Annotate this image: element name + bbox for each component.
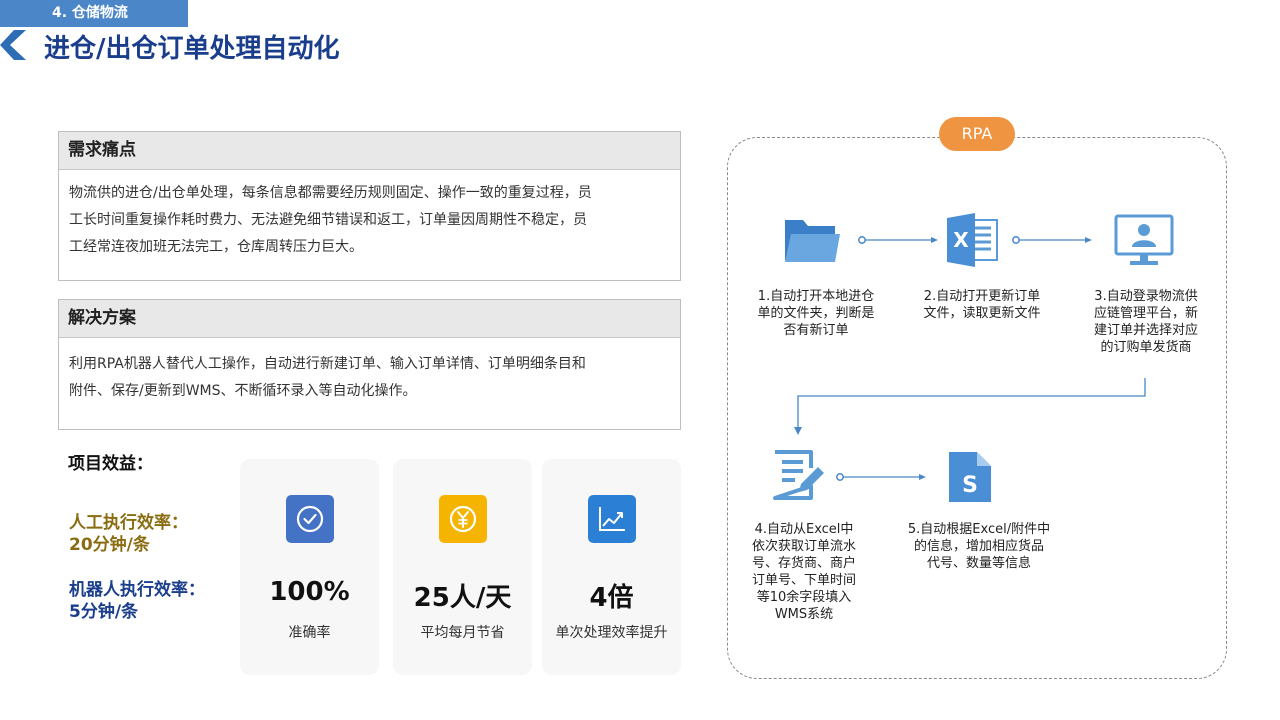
yen-coin-icon [439, 495, 487, 543]
trend-chart-icon [588, 495, 636, 543]
flow-step-3-text: 3.自动登录物流供 应链管理平台，新 建订单并选择对应 的订购单发货商 [1078, 288, 1214, 356]
human-efficiency-label: 人工执行效率： [69, 513, 188, 533]
human-efficiency-value: 20分钟/条 [69, 535, 150, 555]
svg-text:X: X [953, 228, 969, 252]
flow-step-line: 应链管理平台，新 [1093, 306, 1198, 321]
flow-arrow [836, 473, 926, 481]
accuracy-card: 100% 准确率 [240, 459, 379, 675]
flow-step-line: 号、存货商、商户 [751, 556, 856, 571]
flow-arrow [1012, 236, 1092, 244]
check-circle-icon [286, 495, 334, 543]
accuracy-value: 100% [269, 577, 350, 607]
flow-step-line: 1.自动打开本地进仓 [757, 289, 875, 304]
robot-efficiency: 机器人执行效率： 5分钟/条 [69, 579, 205, 623]
document-edit-icon [773, 450, 824, 500]
flow-step-line: 2.自动打开更新订单 [923, 289, 1041, 304]
flow-step-line: 的订购单发货商 [1100, 340, 1192, 355]
pain-points-line: 工经常连夜加班无法完工，仓库周转压力巨大。 [69, 239, 363, 255]
flow-arrow [858, 236, 938, 244]
flow-step-5-text: 5.自动根据Excel/附件中 的信息，增加相应货品 代号、数量等信息 [890, 521, 1068, 572]
efficiency-card: 4倍 单次处理效率提升 [542, 459, 681, 675]
flow-step-4-text: 4.自动从Excel中 依次获取订单流水 号、存货商、商户 订单号、下单时间 等… [734, 521, 874, 623]
savings-card: 25人/天 平均每月节省 [393, 459, 532, 675]
efficiency-value: 4倍 [589, 583, 634, 613]
chevron-left-icon [0, 30, 26, 60]
accuracy-label: 准确率 [288, 625, 331, 641]
page-title: 进仓/出仓订单处理自动化 [44, 34, 340, 64]
flow-step-line: WMS系统 [774, 607, 834, 622]
flow-step-line: 4.自动从Excel中 [754, 522, 854, 537]
monitor-user-icon [1114, 214, 1174, 265]
flow-step-line: 建订单并选择对应 [1093, 323, 1198, 338]
s-document-icon: S [949, 452, 991, 502]
flow-step-line: 否有新订单 [783, 323, 849, 338]
pain-points-body: 物流供的进仓/出仓单处理，每条信息都需要经历规则固定、操作一致的重复过程，员 工… [59, 170, 680, 271]
flow-step-line: 依次获取订单流水 [751, 539, 856, 554]
pain-points-line: 物流供的进仓/出仓单处理，每条信息都需要经历规则固定、操作一致的重复过程，员 [69, 185, 592, 201]
flow-step-1-text: 1.自动打开本地进仓 单的文件夹，判断是 否有新订单 [740, 288, 892, 339]
solution-heading: 解决方案 [59, 300, 680, 338]
flow-elbow-arrow [794, 378, 1146, 435]
rpa-badge: RPA [939, 117, 1015, 151]
pain-points-panel: 需求痛点 物流供的进仓/出仓单处理，每条信息都需要经历规则固定、操作一致的重复过… [58, 131, 681, 281]
svg-text:S: S [962, 473, 978, 498]
solution-body: 利用RPA机器人替代人工操作，自动进行新建订单、输入订单详情、订单明细条目和 附… [59, 338, 680, 415]
folder-icon [785, 220, 840, 262]
flow-step-line: 等10余字段填入 [756, 590, 852, 605]
section-tag: 4. 仓储物流 [0, 0, 188, 27]
savings-label: 平均每月节省 [420, 625, 505, 641]
solution-line: 利用RPA机器人替代人工操作，自动进行新建订单、输入订单详情、订单明细条目和 [69, 356, 586, 372]
flow-step-2-text: 2.自动打开更新订单 文件，读取更新文件 [906, 288, 1058, 322]
efficiency-label: 单次处理效率提升 [555, 625, 668, 641]
pain-points-heading: 需求痛点 [59, 132, 680, 170]
savings-value: 25人/天 [413, 583, 512, 613]
robot-efficiency-value: 5分钟/条 [69, 602, 139, 622]
flow-step-line: 文件，读取更新文件 [923, 306, 1041, 321]
flow-step-line: 代号、数量等信息 [926, 556, 1031, 571]
robot-efficiency-label: 机器人执行效率： [69, 580, 205, 600]
solution-line: 附件、保存/更新到WMS、不断循环录入等自动化操作。 [69, 383, 417, 399]
benefits-label: 项目效益： [68, 454, 153, 474]
human-efficiency: 人工执行效率： 20分钟/条 [69, 512, 188, 556]
pain-points-line: 工长时间重复操作耗时费力、无法避免细节错误和返工，订单量因周期性不稳定，员 [69, 212, 587, 228]
flow-step-line: 单的文件夹，判断是 [757, 306, 875, 321]
flow-step-line: 订单号、下单时间 [751, 573, 856, 588]
flow-step-line: 3.自动登录物流供 [1094, 289, 1198, 304]
flow-step-line: 5.自动根据Excel/附件中 [907, 522, 1051, 537]
flow-step-line: 的信息，增加相应货品 [913, 539, 1044, 554]
solution-panel: 解决方案 利用RPA机器人替代人工操作，自动进行新建订单、输入订单详情、订单明细… [58, 299, 681, 430]
excel-icon: X [947, 213, 998, 267]
